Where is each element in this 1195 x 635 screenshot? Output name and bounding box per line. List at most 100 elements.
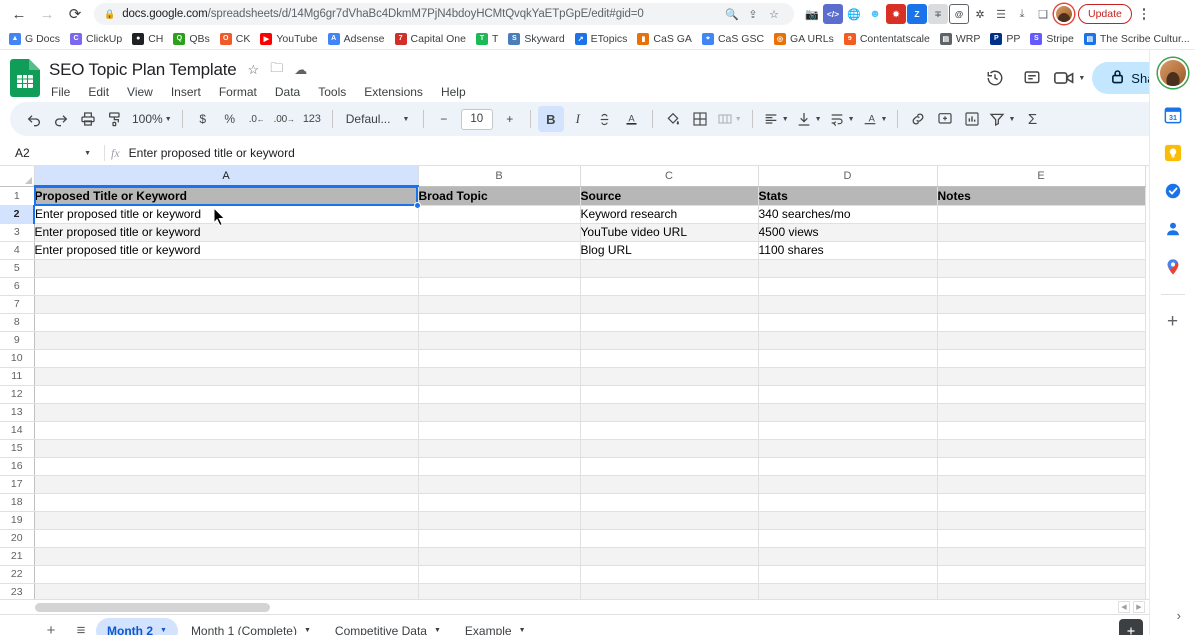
cell-B12[interactable] [418, 385, 581, 404]
cell-A12[interactable] [34, 385, 419, 404]
add-sheet-button[interactable]: + [36, 618, 66, 635]
row-header-16[interactable]: 16 [0, 457, 35, 476]
cell-A15[interactable] [34, 439, 419, 458]
cell-E11[interactable] [937, 367, 1146, 386]
borders-button[interactable] [687, 106, 713, 132]
puzzle-icon[interactable]: ✲ [970, 4, 990, 24]
font-size-input[interactable]: 10 [460, 108, 493, 130]
all-sheets-button[interactable]: ≡ [66, 618, 96, 635]
menu-item-data[interactable]: Data [273, 83, 302, 102]
cell-B20[interactable] [418, 529, 581, 548]
cell-E3[interactable] [937, 223, 1146, 242]
strikethrough-button[interactable] [592, 106, 618, 132]
horizontal-align-button[interactable]: ▼ [760, 106, 792, 132]
bookmark-item[interactable]: ▤ WRP [936, 31, 985, 47]
bookmark-item[interactable]: ● CH [128, 31, 167, 47]
row-header-11[interactable]: 11 [0, 367, 35, 386]
code-icon[interactable]: </> [823, 4, 843, 24]
gear-red-icon[interactable]: ✸ [886, 4, 906, 24]
cell-C1[interactable]: Source [580, 186, 759, 206]
forward-button[interactable]: → [34, 2, 60, 26]
increase-font-size-button[interactable]: + [497, 106, 523, 132]
menu-item-edit[interactable]: Edit [86, 83, 111, 102]
zoom-control[interactable]: 100% ▼ [129, 112, 175, 126]
insert-link-button[interactable] [905, 106, 931, 132]
cell-B17[interactable] [418, 475, 581, 494]
row-header-2[interactable]: 2 [0, 205, 35, 224]
print-button[interactable] [75, 106, 101, 132]
chevron-down-icon[interactable]: ▼ [304, 627, 311, 634]
share-icon[interactable]: ⇪ [743, 4, 763, 24]
vertical-align-button[interactable]: ▼ [793, 106, 825, 132]
decrease-decimal-button[interactable]: .0 ← [244, 106, 270, 132]
bookmark-item[interactable]: A Adsense [324, 31, 389, 47]
font-family-select[interactable]: Defaul... ▼ [340, 112, 416, 126]
cell-D10[interactable] [758, 349, 938, 368]
cell-A17[interactable] [34, 475, 419, 494]
cell-A9[interactable] [34, 331, 419, 350]
fill-color-button[interactable] [660, 106, 686, 132]
cell-D16[interactable] [758, 457, 938, 476]
cell-D8[interactable] [758, 313, 938, 332]
column-header-C[interactable]: C [580, 166, 759, 187]
cell-C14[interactable] [580, 421, 759, 440]
row-header-14[interactable]: 14 [0, 421, 35, 440]
cell-A21[interactable] [34, 547, 419, 566]
cell-A13[interactable] [34, 403, 419, 422]
row-header-23[interactable]: 23 [0, 583, 35, 599]
cell-D21[interactable] [758, 547, 938, 566]
cell-C7[interactable] [580, 295, 759, 314]
comment-icon[interactable] [1017, 63, 1047, 93]
row-header-5[interactable]: 5 [0, 259, 35, 278]
cell-B3[interactable] [418, 223, 581, 242]
cell-B14[interactable] [418, 421, 581, 440]
horizontal-scrollbar[interactable]: ◀ ▶ [0, 600, 1195, 615]
chevron-down-icon[interactable]: ▼ [160, 627, 167, 634]
cell-D6[interactable] [758, 277, 938, 296]
list-icon[interactable]: ☰ [991, 4, 1011, 24]
column-header-B[interactable]: B [418, 166, 581, 187]
keep-icon[interactable] [1162, 142, 1184, 164]
bookmark-item[interactable]: ▶ YouTube [256, 31, 321, 47]
cell-E15[interactable] [937, 439, 1146, 458]
at-circle-icon[interactable]: @ [949, 4, 969, 24]
row-header-13[interactable]: 13 [0, 403, 35, 422]
reload-button[interactable]: ⟳ [62, 2, 88, 26]
bold-button[interactable]: B [537, 106, 564, 132]
row-header-21[interactable]: 21 [0, 547, 35, 566]
cell-D11[interactable] [758, 367, 938, 386]
column-header-E[interactable]: E [937, 166, 1146, 187]
cell-C5[interactable] [580, 259, 759, 278]
cell-D18[interactable] [758, 493, 938, 512]
download-icon[interactable]: ⤓ [1012, 4, 1032, 24]
cell-E22[interactable] [937, 565, 1146, 584]
cell-D2[interactable]: 340 searches/mo [758, 205, 938, 224]
cell-E13[interactable] [937, 403, 1146, 422]
update-button[interactable]: Update [1078, 4, 1132, 24]
cell-E21[interactable] [937, 547, 1146, 566]
redo-button[interactable] [48, 106, 74, 132]
cell-E8[interactable] [937, 313, 1146, 332]
cell-A4[interactable]: Enter proposed title or keyword [34, 241, 419, 260]
cell-A18[interactable] [34, 493, 419, 512]
cell-E2[interactable] [937, 205, 1146, 224]
bookmark-star-icon[interactable]: ☆ [764, 4, 784, 24]
chevron-down-icon[interactable]: ▼ [434, 627, 441, 634]
cell-E20[interactable] [937, 529, 1146, 548]
cell-A1[interactable]: Proposed Title or Keyword [34, 186, 419, 206]
cell-D23[interactable] [758, 583, 938, 599]
cell-A3[interactable]: Enter proposed title or keyword [34, 223, 419, 242]
cell-A16[interactable] [34, 457, 419, 476]
cell-C21[interactable] [580, 547, 759, 566]
filter-button[interactable]: ▼ [986, 106, 1018, 132]
row-header-17[interactable]: 17 [0, 475, 35, 494]
cell-B18[interactable] [418, 493, 581, 512]
bookmark-item[interactable]: S Stripe [1026, 31, 1077, 47]
row-header-8[interactable]: 8 [0, 313, 35, 332]
cell-C4[interactable]: Blog URL [580, 241, 759, 260]
cell-A11[interactable] [34, 367, 419, 386]
italic-button[interactable]: I [565, 106, 591, 132]
cell-A20[interactable] [34, 529, 419, 548]
column-header-D[interactable]: D [758, 166, 938, 187]
cell-E23[interactable] [937, 583, 1146, 599]
